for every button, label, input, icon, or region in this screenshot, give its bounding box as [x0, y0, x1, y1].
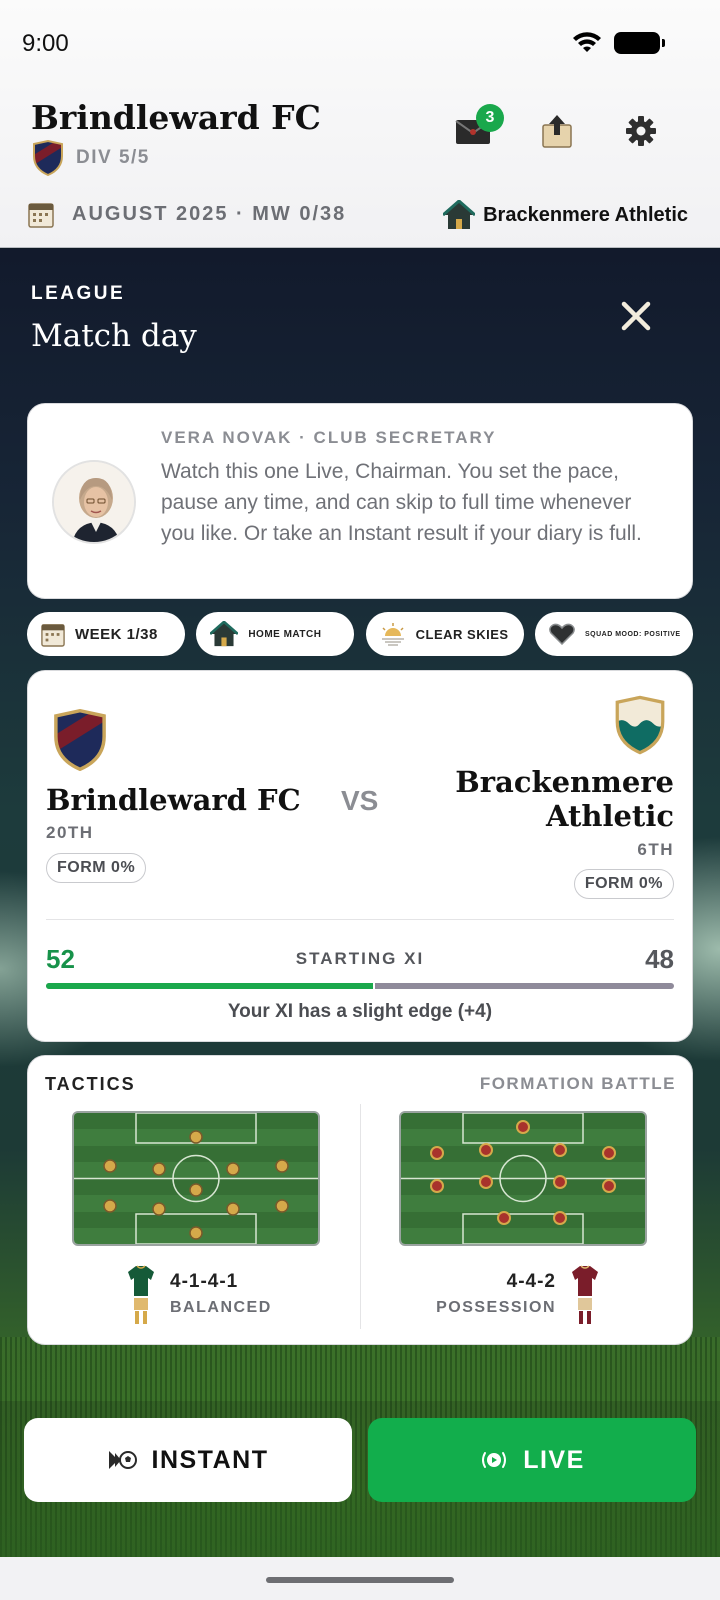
chip-home-label: HOME MATCH [248, 628, 322, 640]
home-formation-code: 4-1-4-1 [170, 1271, 239, 1292]
wifi-icon [573, 32, 601, 52]
calendar-icon [41, 624, 65, 647]
settings-button[interactable] [622, 112, 660, 150]
away-formation-code: 4-4-2 [506, 1271, 556, 1292]
starting-xi-label: STARTING XI [295, 949, 425, 968]
transfer-button[interactable] [538, 112, 576, 150]
message-text: Watch this one Live, Chairman. You set t… [161, 460, 642, 545]
instant-button-label: INSTANT [151, 1445, 269, 1474]
secretary-portrait [54, 462, 134, 542]
match-info-chips: WEEK 1/38 HOME MATCH CLEAR SKIES SQUAD M… [27, 612, 693, 656]
live-button-label: LIVE [523, 1445, 585, 1474]
home-formation-pitch [72, 1111, 320, 1246]
away-formation-pitch [399, 1111, 647, 1246]
date-matchweek-label: AUGUST 2025 · MW 0/38 [72, 202, 347, 225]
chip-week-label: WEEK 1/38 [75, 625, 158, 643]
close-button[interactable] [616, 296, 656, 336]
tactics-divider [360, 1104, 361, 1329]
tactics-subtitle: FORMATION BATTLE [479, 1074, 676, 1093]
away-crest-icon [615, 695, 665, 755]
chip-mood-label: SQUAD MOOD: POSITIVE [584, 630, 681, 638]
home-form-pill: FORM 0% [46, 853, 147, 883]
status-icons [572, 32, 665, 54]
heart-icon [549, 623, 575, 645]
inbox-badge: 3 [476, 104, 504, 132]
battery-icon [614, 32, 665, 54]
home-team-position: 20TH [46, 823, 94, 842]
gear-icon [626, 116, 656, 146]
xi-home-fill [46, 983, 373, 989]
instant-result-button[interactable]: INSTANT [24, 1418, 352, 1502]
away-formation-style: POSSESSION [436, 1299, 556, 1316]
secretary-message-card: VERA NOVAK · CLUB SECRETARY Watch this o… [27, 403, 693, 599]
close-icon [621, 301, 651, 331]
home-team-name: Brindleward FC [46, 783, 301, 817]
division-label: DIV 5/5 [76, 147, 150, 168]
house-icon [443, 200, 476, 229]
away-form-pill: FORM 0% [573, 869, 674, 899]
chip-weather-label: CLEAR SKIES [415, 626, 509, 642]
away-team-position: 6TH [637, 840, 674, 859]
header-actions: 3 [454, 104, 660, 150]
fast-forward-ball-icon [108, 1451, 137, 1469]
home-crest-icon [54, 709, 106, 771]
xi-edge-note: Your XI has a slight edge (+4) [227, 1001, 493, 1022]
club-crest-icon [33, 140, 63, 176]
avatar [52, 460, 136, 544]
chip-squad-mood: SQUAD MOOD: POSITIVE [534, 612, 693, 656]
calendar-icon [28, 203, 54, 228]
division-row: DIV 5/5 [32, 140, 150, 176]
club-title: Brindleward FC [31, 98, 321, 137]
message-sender: VERA NOVAK · CLUB SECRETARY [161, 428, 497, 447]
date-row: AUGUST 2025 · MW 0/38 [28, 200, 346, 228]
chip-week: WEEK 1/38 [27, 612, 185, 656]
away-xi-rating: 48 [645, 944, 674, 974]
sunrise-icon [381, 623, 404, 646]
match-preview-card: Brindleward FC 20TH FORM 0% VS Brackenme… [27, 670, 693, 1042]
broadcast-play-icon [482, 1452, 507, 1468]
tactics-title: TACTICS [45, 1074, 136, 1094]
chip-weather: CLEAR SKIES [365, 612, 524, 656]
inbox-button[interactable]: 3 [454, 104, 504, 150]
screen-title: Match day [31, 318, 197, 354]
divider [46, 919, 674, 920]
house-icon [210, 621, 239, 647]
vs-label: VS [341, 785, 379, 816]
opponent-row: Brackenmere Athletic [443, 200, 688, 230]
tactics-card: TACTICS FORMATION BATTLE 4-1-4-1 BALANCE… [27, 1055, 693, 1345]
home-kit-icon [128, 1265, 154, 1324]
away-team-name: Brackenmere Athletic [455, 765, 674, 833]
chip-home-match: HOME MATCH [196, 612, 355, 656]
home-indicator[interactable] [266, 1577, 454, 1583]
screen-category: LEAGUE [31, 283, 126, 304]
next-opponent-label: Brackenmere Athletic [483, 203, 688, 226]
status-time: 9:00 [22, 30, 69, 57]
home-formation-style: BALANCED [170, 1299, 272, 1316]
xi-comparison-bar [46, 983, 674, 989]
upload-box-icon [542, 115, 572, 148]
xi-bar-separator [372, 983, 375, 989]
live-match-button[interactable]: LIVE [368, 1418, 696, 1502]
away-kit-icon [572, 1265, 598, 1324]
